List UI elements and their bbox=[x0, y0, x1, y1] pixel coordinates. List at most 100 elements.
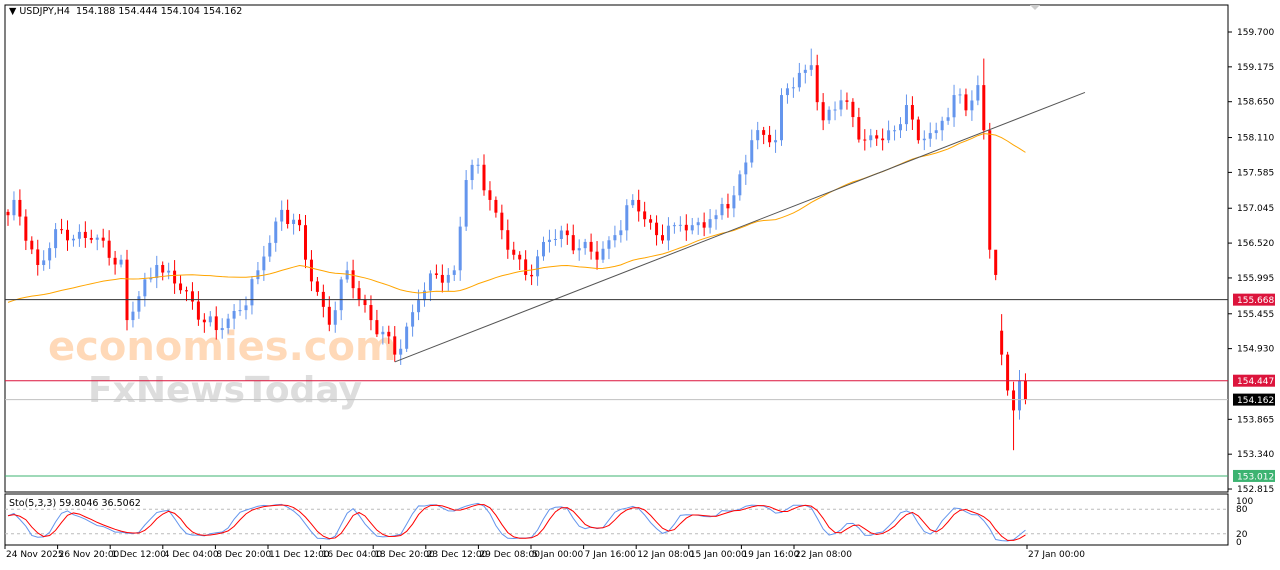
candle bbox=[565, 223, 569, 245]
candle bbox=[821, 93, 825, 131]
price-level-label: 154.447 bbox=[1237, 377, 1274, 387]
candle-body bbox=[690, 225, 694, 231]
candle bbox=[958, 88, 962, 104]
candle bbox=[286, 199, 290, 229]
candle-body bbox=[71, 238, 75, 241]
candle-body bbox=[333, 310, 337, 325]
candle-body bbox=[524, 259, 528, 275]
candle-body bbox=[95, 237, 99, 240]
candle bbox=[375, 309, 379, 338]
candle bbox=[964, 88, 968, 117]
close-value: 154.162 bbox=[203, 6, 243, 17]
main-pane-frame bbox=[4, 4, 1229, 493]
candle-body bbox=[494, 199, 498, 213]
candle bbox=[672, 222, 676, 234]
price-level-label: 153.012 bbox=[1237, 472, 1274, 482]
candle bbox=[440, 264, 444, 293]
candle-body bbox=[24, 216, 28, 241]
candle bbox=[113, 250, 117, 275]
candle bbox=[827, 106, 831, 124]
candle-body bbox=[30, 240, 34, 250]
candle-body bbox=[113, 257, 117, 265]
candle bbox=[994, 249, 998, 281]
price-level-label: 155.668 bbox=[1237, 296, 1274, 306]
candle-body bbox=[256, 270, 260, 280]
x-tick-label: 12 Jan 08:00 bbox=[637, 550, 694, 560]
candle bbox=[292, 213, 296, 235]
price-chart[interactable]: economies.comFxNewsToday159.700159.17515… bbox=[0, 0, 1280, 567]
candle bbox=[494, 196, 498, 218]
candle bbox=[488, 181, 492, 211]
candle-body bbox=[250, 279, 254, 306]
candle bbox=[399, 339, 403, 365]
candle-body bbox=[399, 348, 403, 355]
candle-body bbox=[780, 95, 783, 141]
candle bbox=[470, 159, 474, 190]
candle-body bbox=[726, 203, 730, 209]
candle-body bbox=[607, 240, 611, 249]
candle-body bbox=[964, 94, 968, 111]
candle-body bbox=[512, 249, 516, 255]
candle bbox=[137, 291, 141, 319]
candle-body bbox=[60, 229, 64, 231]
candle-body bbox=[797, 72, 801, 88]
candle bbox=[803, 64, 807, 84]
candle-body bbox=[417, 300, 421, 313]
candle-body bbox=[387, 331, 391, 337]
x-tick-label: 24 Nov 2025 bbox=[6, 550, 64, 560]
candle bbox=[542, 236, 545, 261]
x-tick-label: 4 Dec 04:00 bbox=[164, 550, 219, 560]
candle-body bbox=[434, 273, 438, 275]
chart-window[interactable]: economies.com FxNewsToday 159.700 159.175 15… bbox=[0, 0, 1280, 567]
candle-body bbox=[369, 305, 373, 321]
candle bbox=[54, 223, 58, 258]
candle-body bbox=[553, 238, 557, 240]
candle bbox=[940, 116, 944, 141]
candle-body bbox=[893, 130, 897, 132]
candle bbox=[607, 236, 611, 260]
stochastic-level-label: 80 bbox=[1236, 505, 1248, 515]
stochastic-level-label: 0 bbox=[1236, 538, 1242, 548]
candle-body bbox=[875, 135, 879, 139]
candle-body bbox=[887, 130, 891, 141]
candle bbox=[95, 234, 99, 251]
candle-body bbox=[702, 222, 706, 228]
candle-body bbox=[774, 140, 778, 143]
candle-body bbox=[982, 85, 986, 131]
candle bbox=[988, 122, 992, 259]
scroll-marker-icon bbox=[1030, 5, 1040, 10]
candle bbox=[60, 218, 64, 234]
candle bbox=[345, 261, 349, 283]
x-tick-label: 7 Jan 16:00 bbox=[585, 550, 637, 560]
candle bbox=[863, 129, 867, 151]
candle bbox=[280, 200, 284, 231]
candle bbox=[952, 84, 956, 127]
candle bbox=[452, 265, 456, 281]
candle-body bbox=[280, 209, 284, 222]
candle bbox=[66, 220, 69, 251]
candle-body bbox=[1018, 380, 1021, 411]
stochastic-header: Sto(5,3,3) 59.8046 36.5062 bbox=[9, 498, 141, 509]
candle bbox=[458, 216, 462, 281]
candle-body bbox=[393, 336, 397, 355]
candle-body bbox=[83, 231, 87, 238]
candle bbox=[851, 98, 855, 128]
high-value: 154.444 bbox=[118, 6, 158, 17]
candle bbox=[125, 249, 129, 331]
candle bbox=[809, 48, 813, 77]
candle-body bbox=[238, 310, 242, 312]
candle bbox=[982, 58, 986, 140]
dropdown-triangle-icon[interactable]: ▼ bbox=[9, 6, 16, 17]
candle-body bbox=[18, 199, 22, 217]
candle-body bbox=[36, 249, 40, 265]
candle bbox=[48, 242, 52, 269]
candle-body bbox=[643, 211, 647, 220]
candle-body bbox=[536, 256, 540, 277]
candle-body bbox=[750, 140, 754, 163]
y-tick-label: 153.340 bbox=[1237, 450, 1274, 460]
candle bbox=[411, 304, 415, 337]
candle-body bbox=[208, 316, 212, 323]
candle-body bbox=[649, 219, 653, 223]
candle bbox=[71, 234, 75, 247]
candle bbox=[922, 130, 926, 151]
